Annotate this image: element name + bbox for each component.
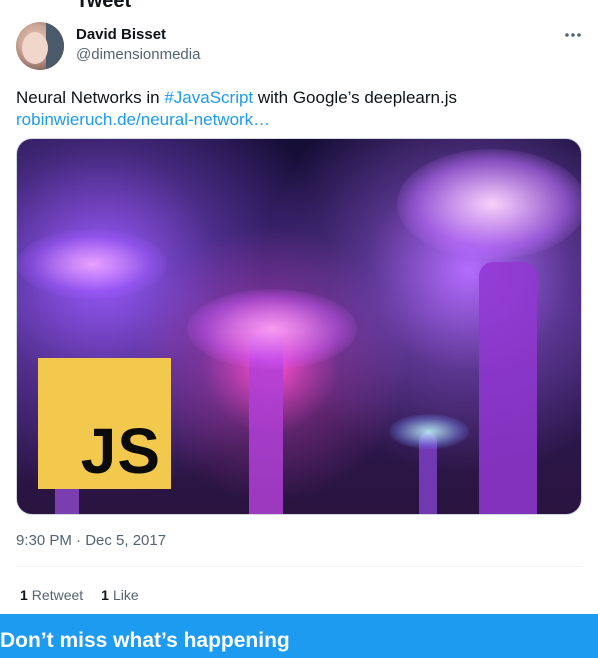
media-canopy-left xyxy=(17,229,167,299)
more-dots-icon[interactable] xyxy=(562,27,584,43)
javascript-logo-text: JS xyxy=(80,415,161,487)
avatar-hair xyxy=(46,22,64,70)
javascript-logo: JS xyxy=(38,358,171,489)
author-name[interactable]: David Bisset xyxy=(76,26,166,44)
tweet-timestamp[interactable]: 9:30 PM · Dec 5, 2017 xyxy=(16,531,166,551)
tweet-text: Neural Networks in #JavaScript with Goog… xyxy=(16,87,576,131)
divider xyxy=(16,566,582,567)
hashtag-link[interactable]: #JavaScript xyxy=(164,88,253,107)
banner-title: Don’t miss what’s happening xyxy=(0,629,290,652)
page-title: Tweet xyxy=(76,0,132,12)
signup-banner: Don’t miss what’s happening xyxy=(0,614,598,658)
avatar[interactable] xyxy=(16,22,64,70)
media-canopy-right xyxy=(397,149,581,259)
media-canopy-small xyxy=(389,414,469,449)
retweet-stat[interactable]: 1 Retweet xyxy=(20,586,83,604)
like-label: Like xyxy=(112,587,139,603)
media-tree-right xyxy=(479,262,537,514)
media-canopy-center xyxy=(187,289,357,369)
avatar-face xyxy=(22,32,48,64)
like-stat[interactable]: 1 Like xyxy=(101,586,138,604)
tweet-text-after: with Google’s deeplearn.js xyxy=(253,88,457,107)
tweet-stats: 1 Retweet 1 Like xyxy=(20,586,139,604)
external-link[interactable]: robinwieruch.de/neural-network… xyxy=(16,110,270,129)
author-handle[interactable]: @dimensionmedia xyxy=(76,46,200,64)
tweet-text-before: Neural Networks in xyxy=(16,88,165,107)
retweet-label: Retweet xyxy=(31,587,84,603)
tweet-media-image[interactable]: JS xyxy=(16,138,582,515)
retweet-count: 1 xyxy=(20,587,28,603)
like-count: 1 xyxy=(101,587,109,603)
